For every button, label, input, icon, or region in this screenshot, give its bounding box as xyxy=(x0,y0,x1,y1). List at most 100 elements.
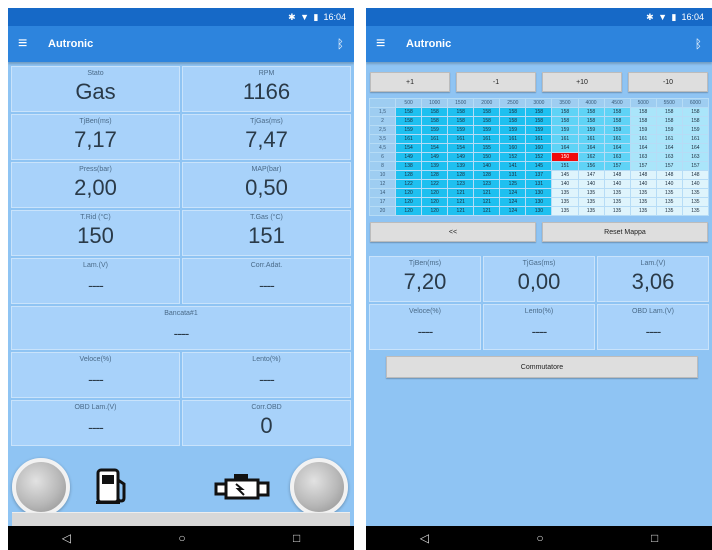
map-cell[interactable]: 158 xyxy=(655,116,683,126)
map-cell[interactable]: 135 xyxy=(629,197,657,207)
map-cell[interactable]: 154 xyxy=(395,143,423,153)
map-cell[interactable]: 163 xyxy=(603,152,631,162)
map-cell[interactable]: 161 xyxy=(395,134,423,144)
map-cell[interactable]: 130 xyxy=(525,197,553,207)
map-cell[interactable]: 121 xyxy=(447,197,475,207)
map-cell[interactable]: 164 xyxy=(655,143,683,153)
map-cell[interactable]: 135 xyxy=(577,206,605,216)
map-cell[interactable]: 122 xyxy=(421,179,449,189)
map-cell[interactable]: 158 xyxy=(447,116,475,126)
map-cell[interactable]: 158 xyxy=(629,116,657,126)
map-cell[interactable]: 161 xyxy=(499,134,527,144)
map-cell[interactable]: 161 xyxy=(551,134,579,144)
map-cell[interactable]: 150 xyxy=(473,152,501,162)
map-cell[interactable]: 164 xyxy=(629,143,657,153)
reset-map-button[interactable]: Reset Mappa xyxy=(542,222,708,242)
map-cell[interactable]: 158 xyxy=(499,107,527,117)
map-cell[interactable]: 159 xyxy=(655,125,683,135)
map-cell[interactable]: 163 xyxy=(655,152,683,162)
map-cell[interactable]: 164 xyxy=(577,143,605,153)
map-cell[interactable]: 149 xyxy=(447,152,475,162)
map-cell[interactable]: 135 xyxy=(681,188,710,198)
home-icon[interactable]: ○ xyxy=(536,531,543,545)
map-cell[interactable]: 141 xyxy=(499,161,527,171)
back-icon[interactable]: ◁ xyxy=(62,531,71,545)
map-cell[interactable]: 140 xyxy=(629,179,657,189)
map-cell[interactable]: 145 xyxy=(525,161,553,171)
map-cell[interactable]: 164 xyxy=(603,143,631,153)
map-cell[interactable]: 159 xyxy=(681,125,710,135)
map-cell[interactable]: 159 xyxy=(473,125,501,135)
map-cell[interactable]: 158 xyxy=(473,107,501,117)
map-cell[interactable]: 131 xyxy=(525,179,553,189)
map-cell[interactable]: 135 xyxy=(603,197,631,207)
map-cell[interactable]: 140 xyxy=(577,179,605,189)
map-cell[interactable]: 148 xyxy=(681,170,710,180)
map-cell[interactable]: 135 xyxy=(577,188,605,198)
map-cell[interactable]: 158 xyxy=(525,116,553,126)
map-cell[interactable]: 135 xyxy=(655,206,683,216)
map-cell[interactable]: 157 xyxy=(629,161,657,171)
map-cell[interactable]: 161 xyxy=(603,134,631,144)
map-cell[interactable]: 139 xyxy=(447,161,475,171)
map-cell[interactable]: 135 xyxy=(681,197,710,207)
recent-apps-icon[interactable]: □ xyxy=(293,531,300,545)
map-cell-active[interactable]: 150 xyxy=(551,152,579,162)
map-cell[interactable]: 158 xyxy=(681,107,710,117)
map-cell[interactable]: 148 xyxy=(629,170,657,180)
map-cell[interactable]: 158 xyxy=(473,116,501,126)
map-cell[interactable]: 120 xyxy=(395,197,423,207)
back-button[interactable]: << xyxy=(370,222,536,242)
map-cell[interactable]: 159 xyxy=(447,125,475,135)
back-icon[interactable]: ◁ xyxy=(420,531,429,545)
map-cell[interactable]: 152 xyxy=(499,152,527,162)
map-cell[interactable]: 149 xyxy=(395,152,423,162)
map-cell[interactable]: 158 xyxy=(395,116,423,126)
map-cell[interactable]: 158 xyxy=(577,107,605,117)
map-cell[interactable]: 157 xyxy=(603,161,631,171)
map-cell[interactable]: 135 xyxy=(603,188,631,198)
map-cell[interactable]: 164 xyxy=(551,143,579,153)
map-cell[interactable]: 159 xyxy=(395,125,423,135)
map-cell[interactable]: 161 xyxy=(629,134,657,144)
map-cell[interactable]: 163 xyxy=(629,152,657,162)
map-cell[interactable]: 161 xyxy=(577,134,605,144)
map-cell[interactable]: 135 xyxy=(629,188,657,198)
map-cell[interactable]: 158 xyxy=(447,107,475,117)
gas-indicator-button[interactable] xyxy=(290,458,348,516)
menu-icon[interactable]: ≡ xyxy=(18,35,40,53)
map-cell[interactable]: 158 xyxy=(655,107,683,117)
map-cell[interactable]: 161 xyxy=(421,134,449,144)
map-cell[interactable]: 137 xyxy=(525,170,553,180)
map-cell[interactable]: 159 xyxy=(603,125,631,135)
map-cell[interactable]: 156 xyxy=(577,161,605,171)
map-cell[interactable]: 120 xyxy=(421,188,449,198)
recent-apps-icon[interactable]: □ xyxy=(651,531,658,545)
map-cell[interactable]: 154 xyxy=(421,143,449,153)
map-cell[interactable]: 148 xyxy=(655,170,683,180)
map-cell[interactable]: 139 xyxy=(421,161,449,171)
map-cell[interactable]: 135 xyxy=(551,206,579,216)
map-cell[interactable]: 154 xyxy=(447,143,475,153)
map-cell[interactable]: 160 xyxy=(499,143,527,153)
map-cell[interactable]: 121 xyxy=(473,197,501,207)
map-cell[interactable]: 140 xyxy=(473,161,501,171)
commutatore-button[interactable]: Commutatore xyxy=(386,356,698,378)
map-cell[interactable]: 140 xyxy=(655,179,683,189)
map-cell[interactable]: 135 xyxy=(629,206,657,216)
map-cell[interactable]: 159 xyxy=(577,125,605,135)
map-cell[interactable]: 128 xyxy=(421,170,449,180)
map-cell[interactable]: 138 xyxy=(395,161,423,171)
map-cell[interactable]: 122 xyxy=(395,179,423,189)
map-cell[interactable]: 135 xyxy=(551,197,579,207)
map-cell[interactable]: 158 xyxy=(681,116,710,126)
map-cell[interactable]: 120 xyxy=(395,188,423,198)
map-cell[interactable]: 158 xyxy=(499,116,527,126)
map-cell[interactable]: 121 xyxy=(447,206,475,216)
map-cell[interactable]: 158 xyxy=(551,116,579,126)
map-cell[interactable]: 158 xyxy=(551,107,579,117)
bluetooth-icon[interactable]: ᛒ xyxy=(337,37,344,51)
map-cell[interactable]: 128 xyxy=(473,170,501,180)
map-cell[interactable]: 135 xyxy=(681,206,710,216)
map-cell[interactable]: 161 xyxy=(681,134,710,144)
